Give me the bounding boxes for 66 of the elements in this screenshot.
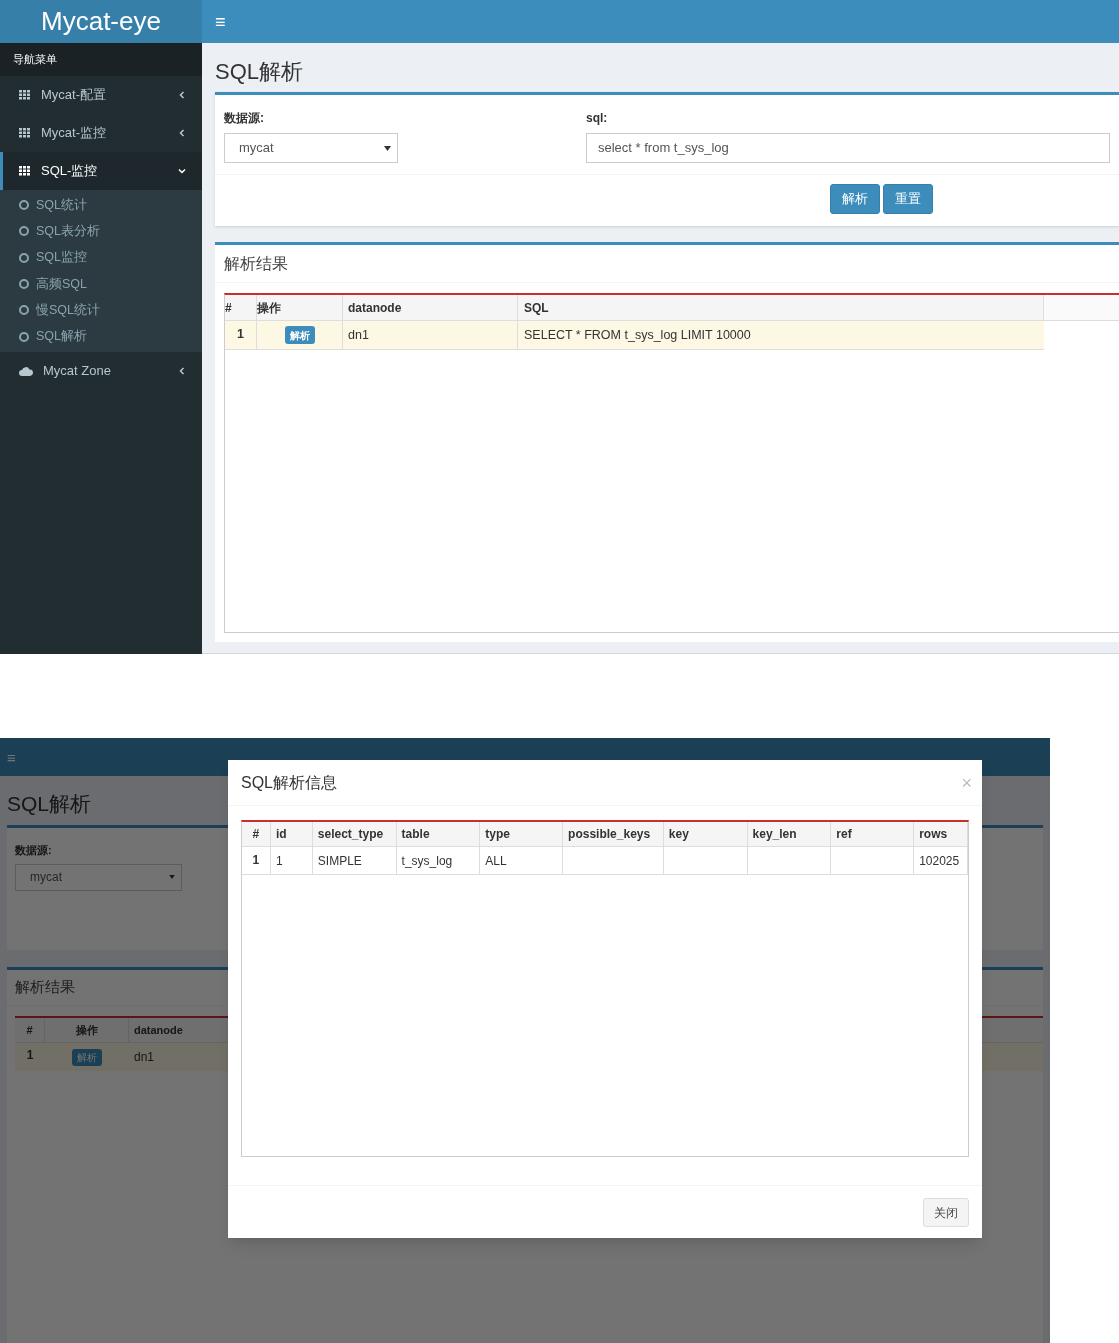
table-cell-text: 1: [252, 852, 260, 869]
column-header: possible_keys: [563, 822, 664, 846]
grid-icon: [19, 166, 31, 176]
menu-button[interactable]: ≡: [7, 749, 16, 765]
menu-button[interactable]: ≡: [215, 12, 226, 31]
chevron-left-icon: [178, 129, 186, 137]
field-label: sql:: [586, 110, 608, 127]
column-header: ref: [831, 822, 915, 846]
form-button[interactable]: 重置: [883, 184, 933, 214]
column-header: key_len: [747, 822, 832, 846]
table-cell-text: ALL: [485, 852, 507, 870]
table-cell-text: dn1: [134, 1049, 155, 1066]
chevron-down-icon: [178, 167, 186, 175]
column-header: #: [15, 1018, 45, 1042]
table-cell-text: SELECT * FROM t_sys_log LIMIT 10000: [524, 326, 751, 344]
datasource-select[interactable]: mycat: [224, 133, 398, 163]
parse-button[interactable]: 解析: [284, 326, 315, 344]
nav-header: 导航菜单: [0, 43, 202, 76]
column-header: 操作: [45, 1018, 129, 1042]
table-cell-text: dn1: [348, 326, 369, 344]
grid-icon: [19, 128, 31, 138]
page-title: SQL解析: [7, 791, 92, 817]
column-header: key: [663, 822, 748, 846]
caret-icon: [384, 145, 391, 151]
page-title: SQL解析: [215, 58, 304, 86]
submenu-item[interactable]: 慢SQL统计: [0, 297, 202, 324]
submenu-item[interactable]: 高频SQL: [0, 270, 202, 298]
sidebar-item[interactable]: Mycat-监控: [0, 114, 202, 152]
sql-input[interactable]: select * from t_sys_log: [586, 133, 1110, 163]
column-header: datanode: [343, 295, 518, 320]
sidebar-item[interactable]: Mycat-配置: [0, 76, 202, 114]
logo: Mycat-eye: [0, 0, 202, 43]
caret-icon: [169, 875, 175, 879]
table-cell-text: 102025: [919, 852, 960, 870]
column-header: type: [480, 822, 564, 846]
datasource-select[interactable]: mycat: [15, 863, 182, 891]
column-header: 操作: [257, 295, 343, 320]
column-header: table: [396, 822, 481, 846]
field-label: 数据源:: [224, 110, 264, 127]
cloud-icon: [19, 365, 33, 376]
panel-title: 解析结果: [224, 253, 288, 274]
table-cell-text: 1: [275, 852, 283, 870]
parse-button[interactable]: 解析: [72, 1048, 102, 1066]
chevron-left-icon: [178, 366, 186, 375]
submenu-item[interactable]: SQL表分析: [0, 218, 202, 245]
chevron-left-icon: [178, 91, 186, 99]
table-cell-text: SIMPLE: [317, 852, 362, 870]
sidebar-item[interactable]: Mycat Zone: [0, 351, 202, 390]
field-label: 数据源:: [15, 843, 52, 858]
column-header: #: [242, 822, 271, 846]
submenu-item[interactable]: SQL解析: [0, 323, 202, 350]
table-cell-text: t_sys_log: [401, 852, 453, 870]
column-header: rows: [914, 822, 968, 846]
close-dialog-button[interactable]: 关闭: [923, 1198, 969, 1227]
table-cell: 1: [237, 327, 244, 341]
column-header: #: [225, 295, 257, 320]
submenu-item[interactable]: SQL统计: [0, 192, 202, 219]
sidebar-item[interactable]: SQL-监控: [0, 152, 202, 190]
panel-title: 解析结果: [15, 977, 75, 998]
form-button[interactable]: 解析: [830, 184, 880, 214]
grid-icon: [19, 90, 31, 100]
column-header: id: [270, 822, 313, 846]
submenu-item[interactable]: SQL监控: [0, 244, 202, 271]
column-header: select_type: [312, 822, 397, 846]
table-cell: 1: [26, 1048, 34, 1062]
modal-title: SQL解析信息: [241, 772, 337, 793]
